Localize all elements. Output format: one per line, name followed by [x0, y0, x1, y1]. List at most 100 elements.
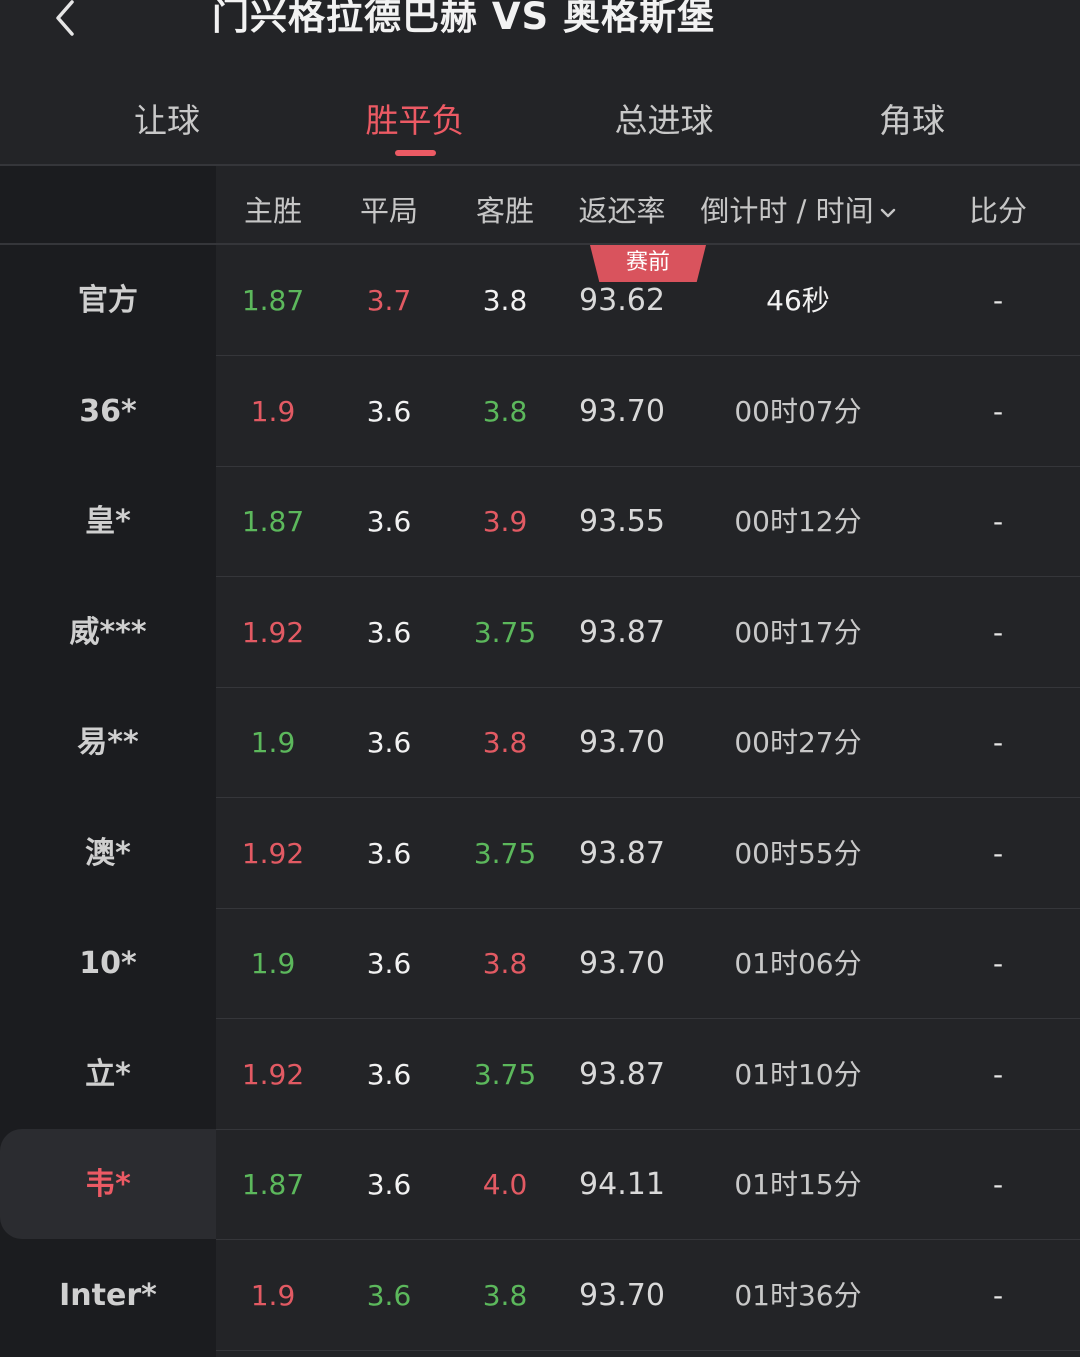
tab-corners[interactable]: 角球 [812, 94, 1012, 142]
col-time-sort[interactable]: 倒计时 / 时间 [682, 188, 914, 230]
draw-odds: 3.6 [366, 394, 412, 428]
bookmaker-name[interactable]: 易** [0, 687, 216, 797]
home-win-odds: 1.87 [241, 284, 305, 317]
table-row[interactable]: Inter* 1.9 3.6 3.8 93.70 01时36分 - [0, 1239, 1080, 1351]
col-draw: 平局 [359, 194, 418, 228]
draw-odds: 3.6 [366, 1278, 412, 1312]
return-rate: 93.87 [579, 835, 665, 871]
away-win-odds: 3.8 [482, 394, 528, 428]
score: - [992, 505, 1004, 538]
away-win-odds: 3.75 [473, 836, 537, 870]
countdown-time: 00时12分 [734, 505, 862, 538]
home-win-odds: 1.92 [241, 1057, 305, 1091]
odds-cells: 1.87 3.6 4.0 94.11 01时15分 - [216, 1129, 1080, 1240]
odds-cells: 1.9 3.6 3.8 93.70 01时36分 - [216, 1240, 1080, 1351]
score: - [992, 726, 1004, 759]
odds-table-header: 主胜 平局 客胜 返还率 倒计时 / 时间 比分 [216, 166, 1080, 244]
countdown-time: 46秒 [766, 284, 830, 317]
return-rate: 94.11 [579, 1167, 665, 1202]
away-win-odds: 3.8 [482, 284, 528, 317]
countdown-time: 00时07分 [734, 394, 862, 428]
pre-match-badge: 赛前 [590, 245, 706, 282]
score: - [992, 394, 1004, 428]
odds-cells: 1.87 3.6 3.9 93.55 00时12分 - [216, 466, 1080, 577]
bookmaker-name[interactable]: 立* [0, 1018, 216, 1129]
draw-odds: 3.6 [366, 615, 412, 649]
return-rate: 93.87 [579, 1056, 665, 1092]
table-row[interactable]: 10* 1.9 3.6 3.8 93.70 01时06分 - [0, 908, 1080, 1019]
draw-odds: 3.6 [366, 947, 412, 980]
odds-table-body: 官方 1.87 3.7 3.8 93.62 46秒 - 赛前 36* 1.9 3.6 3.8 93.70… [0, 245, 1080, 1351]
tab-handicap[interactable]: 让球 [67, 94, 267, 142]
away-win-odds: 3.75 [473, 615, 537, 649]
away-win-odds: 3.75 [473, 1057, 537, 1091]
home-win-odds: 1.87 [241, 1168, 305, 1201]
table-row[interactable]: 易** 1.9 3.6 3.8 93.70 00时27分 - [0, 687, 1080, 798]
away-win-odds: 4.0 [482, 1168, 528, 1201]
active-tab-indicator [395, 150, 436, 156]
market-tabs: 让球 胜平负 总进球 角球 [0, 70, 1080, 164]
score: - [992, 947, 1004, 980]
score: - [992, 1057, 1004, 1091]
bookmaker-name[interactable]: 官方 [0, 245, 216, 355]
table-row[interactable]: 36* 1.9 3.6 3.8 93.70 00时07分 - [0, 355, 1080, 467]
odds-cells: 1.92 3.6 3.75 93.87 01时10分 - [216, 1019, 1080, 1130]
home-win-odds: 1.9 [250, 726, 296, 759]
bookmaker-name[interactable]: 韦* [0, 1129, 216, 1239]
match-title: 门兴格拉德巴赫 VS 奥格斯堡 [212, 0, 716, 38]
home-win-odds: 1.9 [250, 1278, 296, 1312]
away-win-odds: 3.8 [482, 726, 528, 759]
bookmaker-name[interactable]: Inter* [0, 1239, 216, 1350]
away-win-odds: 3.8 [482, 947, 528, 980]
table-row[interactable]: 韦* 1.87 3.6 4.0 94.11 01时15分 - [0, 1129, 1080, 1240]
tab-win-draw-lose[interactable]: 胜平负 [315, 94, 515, 142]
home-win-odds: 1.87 [241, 505, 305, 538]
home-win-odds: 1.92 [241, 615, 305, 649]
away-win-odds: 3.8 [482, 1278, 528, 1312]
col-time-label: 倒计时 / 时间 [700, 194, 874, 228]
bookmaker-column-header [0, 166, 216, 244]
chevron-left-icon[interactable] [50, 0, 80, 36]
return-rate: 93.55 [579, 504, 665, 539]
bookmaker-name[interactable]: 36* [0, 355, 216, 466]
bookmaker-name[interactable]: 10* [0, 908, 216, 1018]
top-bar: 门兴格拉德巴赫 VS 奥格斯堡 [0, 0, 1080, 60]
countdown-time: 00时55分 [734, 836, 862, 870]
table-row[interactable]: 威*** 1.92 3.6 3.75 93.87 00时17分 - [0, 576, 1080, 688]
draw-odds: 3.6 [366, 1057, 412, 1091]
bookmaker-name[interactable]: 威*** [0, 576, 216, 687]
bookmaker-name[interactable]: 皇* [0, 466, 216, 576]
draw-odds: 3.6 [366, 1168, 412, 1201]
draw-odds: 3.7 [366, 284, 412, 317]
return-rate: 93.70 [579, 1277, 665, 1313]
countdown-time: 01时06分 [734, 947, 862, 980]
return-rate: 93.70 [579, 725, 665, 760]
col-return-rate: 返还率 [578, 194, 666, 228]
bookmaker-name[interactable]: 澳* [0, 797, 216, 908]
odds-cells: 1.9 3.6 3.8 93.70 00时27分 - [216, 687, 1080, 798]
countdown-time: 01时36分 [734, 1278, 862, 1312]
chevron-down-icon [880, 208, 895, 218]
home-win-odds: 1.9 [250, 947, 296, 980]
home-win-odds: 1.92 [241, 836, 305, 870]
countdown-time: 00时27分 [734, 726, 862, 759]
return-rate: 93.70 [579, 393, 665, 429]
countdown-time: 01时15分 [734, 1168, 862, 1201]
score: - [992, 615, 1004, 649]
countdown-time: 01时10分 [734, 1057, 862, 1091]
table-row[interactable]: 皇* 1.87 3.6 3.9 93.55 00时12分 - [0, 466, 1080, 577]
table-row[interactable]: 澳* 1.92 3.6 3.75 93.87 00时55分 - [0, 797, 1080, 909]
odds-cells: 1.9 3.6 3.8 93.70 00时07分 - [216, 356, 1080, 467]
col-home-win: 主胜 [243, 194, 302, 228]
table-row[interactable]: 官方 1.87 3.7 3.8 93.62 46秒 - 赛前 [0, 245, 1080, 356]
away-win-odds: 3.9 [482, 505, 528, 538]
score: - [992, 836, 1004, 870]
countdown-time: 00时17分 [734, 615, 862, 649]
draw-odds: 3.6 [366, 836, 412, 870]
table-row[interactable]: 立* 1.92 3.6 3.75 93.87 01时10分 - [0, 1018, 1080, 1130]
odds-cells: 1.92 3.6 3.75 93.87 00时55分 - [216, 798, 1080, 909]
tab-total-goals[interactable]: 总进球 [564, 94, 764, 142]
draw-odds: 3.6 [366, 505, 412, 538]
odds-cells: 1.87 3.7 3.8 93.62 46秒 - 赛前 [216, 245, 1080, 356]
col-score: 比分 [968, 194, 1027, 228]
